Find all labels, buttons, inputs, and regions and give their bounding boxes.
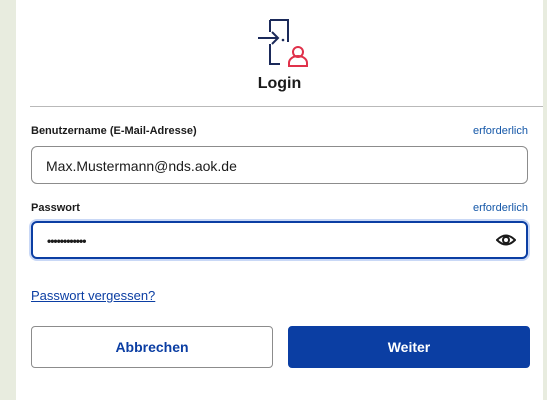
- login-header: Login: [16, 0, 543, 100]
- forgot-password-link[interactable]: Passwort vergessen?: [31, 288, 155, 303]
- password-label: Passwort: [31, 202, 80, 214]
- page-title: Login: [257, 75, 302, 92]
- eye-icon[interactable]: [496, 233, 516, 247]
- next-button[interactable]: Weiter: [288, 326, 530, 368]
- login-card: Login Benutzername (E-Mail-Adresse) erfo…: [16, 0, 543, 400]
- username-label: Benutzername (E-Mail-Adresse): [31, 125, 197, 137]
- username-field[interactable]: [31, 146, 528, 185]
- password-input[interactable]: [45, 223, 489, 259]
- door-login-user-icon: [258, 19, 308, 67]
- username-required-label: erforderlich: [472, 125, 528, 137]
- password-required-label: erforderlich: [472, 202, 528, 214]
- password-field[interactable]: [31, 221, 528, 259]
- cancel-button[interactable]: Abbrechen: [31, 326, 273, 368]
- divider: [30, 106, 543, 107]
- username-input[interactable]: [44, 147, 488, 185]
